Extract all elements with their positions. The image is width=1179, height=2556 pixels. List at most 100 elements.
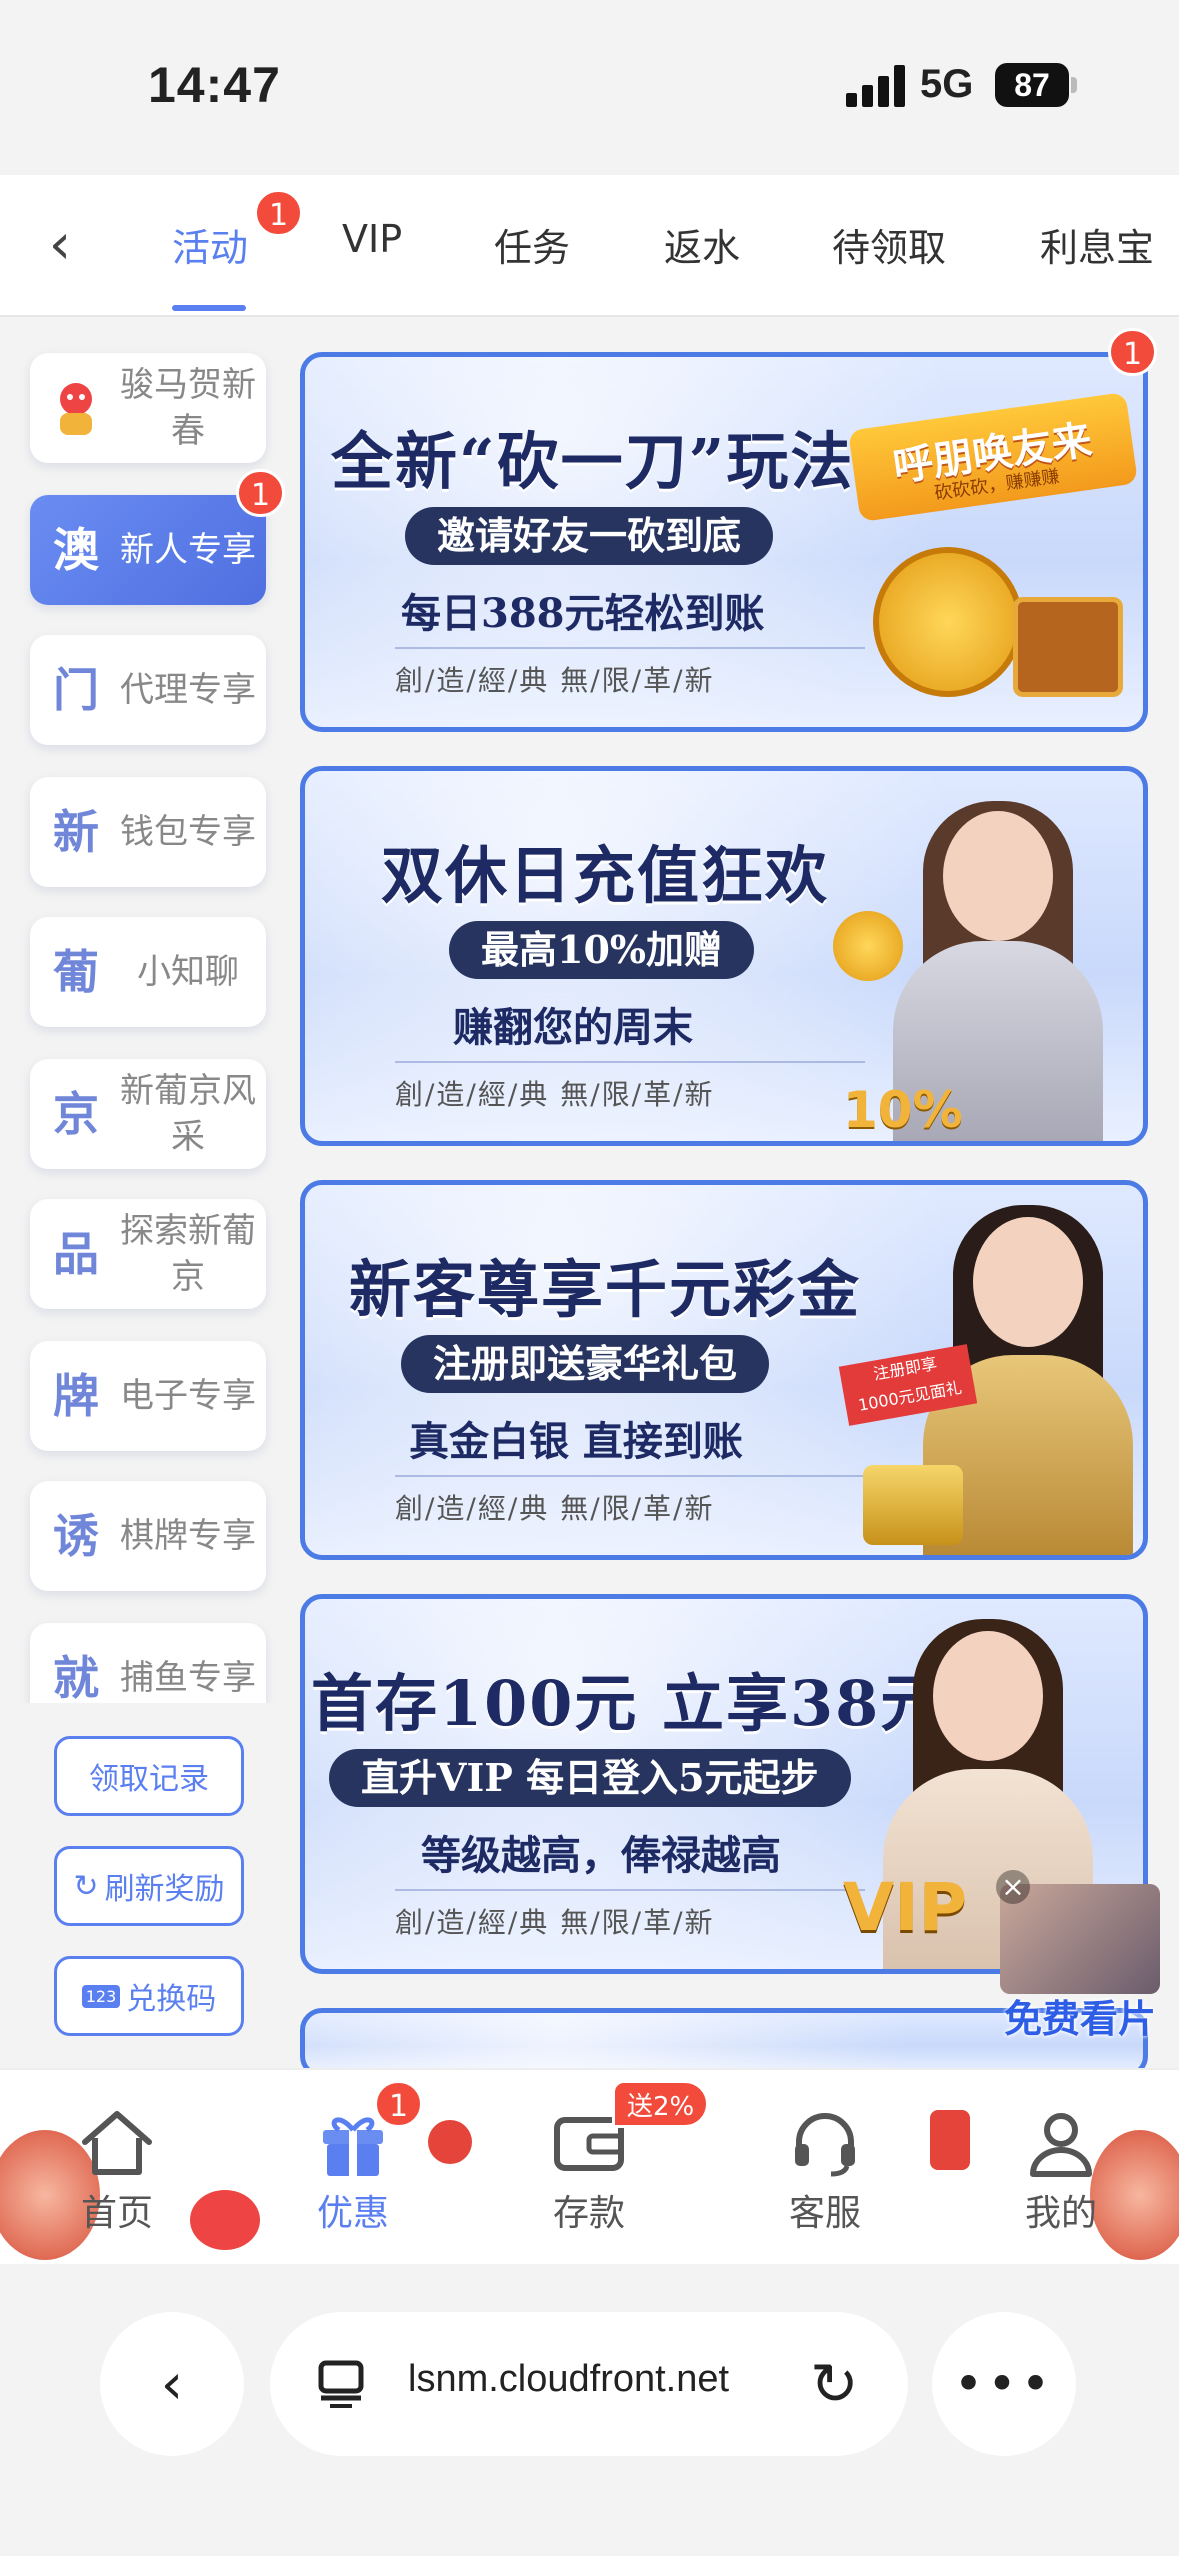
sidebar-item-explore[interactable]: 品 探索新葡京 bbox=[30, 1199, 266, 1309]
signal-icon bbox=[846, 65, 906, 107]
url-text: lsnm.cloudfront.net bbox=[408, 2358, 730, 2400]
promo-banner[interactable]: 新客尊享千元彩金 注册即送豪华礼包 真金白银 直接到账 創/造/經/典 無/限/… bbox=[300, 1180, 1148, 1560]
sidebar-item-chat[interactable]: 葡 小知聊 bbox=[30, 917, 266, 1027]
banner-art-text: VIP bbox=[843, 1869, 968, 1946]
sidebar-item-glyph: 就 bbox=[53, 1651, 99, 1703]
refresh-rewards-button[interactable]: ↻ 刷新奖励 bbox=[54, 1846, 244, 1926]
category-sidebar: 骏马贺新春 澳 新人专享 1 门 代理专享 新 钱包专享 葡 小知聊 京 新葡京… bbox=[0, 345, 290, 1703]
sidebar-item-label: 棋牌专享 bbox=[120, 1516, 256, 1556]
nav-deposit-badge: 送2% bbox=[612, 2080, 710, 2128]
drum-icon bbox=[190, 2190, 260, 2250]
nav-support[interactable]: 客服 bbox=[750, 2108, 900, 2236]
bottom-navigation: 首页 优惠 1 存款 送2% 客服 我的 bbox=[0, 2068, 1179, 2264]
ad-label: 免费看片 bbox=[1003, 1997, 1156, 2041]
sidebar-item-label: 钱包专享 bbox=[120, 812, 256, 852]
banner-divider bbox=[395, 1061, 865, 1063]
gold-coin-icon bbox=[833, 911, 903, 981]
sidebar-item-new-year[interactable]: 骏马贺新春 bbox=[30, 353, 266, 463]
tab-vip[interactable]: VIP bbox=[342, 217, 402, 261]
sidebar-item-label: 新葡京风采 bbox=[120, 1071, 256, 1157]
sidebar-item-label: 新人专享 bbox=[120, 530, 256, 570]
red-envelope-icon bbox=[930, 2110, 970, 2170]
banner-motto: 創/造/經/典 無/限/革/新 bbox=[395, 1906, 715, 1939]
sidebar-item-newcomer[interactable]: 澳 新人专享 bbox=[30, 495, 266, 605]
tab-activity-badge: 1 bbox=[254, 189, 304, 237]
banner-motto: 創/造/經/典 無/限/革/新 bbox=[395, 1078, 715, 1111]
banner-divider bbox=[395, 647, 865, 649]
nav-promotions-badge: 1 bbox=[374, 2080, 424, 2128]
promo-banner[interactable]: 双休日充值狂欢 最高10%加赠 赚翻您的周末 創/造/經/典 無/限/革/新 1… bbox=[300, 766, 1148, 1146]
tab-pending[interactable]: 待领取 bbox=[832, 217, 946, 272]
sidebar-item-style[interactable]: 京 新葡京风采 bbox=[30, 1059, 266, 1169]
treasure-chest-icon bbox=[1013, 597, 1123, 697]
lantern-icon bbox=[428, 2120, 472, 2164]
redeem-code-label: 兑换码 bbox=[126, 1982, 217, 2017]
banner-badge: 1 bbox=[1108, 328, 1158, 376]
model-art: 10% bbox=[833, 791, 1133, 1141]
tab-rebate[interactable]: 返水 bbox=[664, 217, 740, 272]
tabs-icon[interactable] bbox=[318, 2360, 364, 2408]
gold-stack-icon bbox=[863, 1465, 963, 1545]
browser-toolbar: ‹ lsnm.cloudfront.net ↻ ••• bbox=[0, 2264, 1179, 2556]
tab-tasks[interactable]: 任务 bbox=[494, 217, 570, 272]
banner-pill: 直升VIP 每日登入5元起步 bbox=[329, 1749, 851, 1807]
banner-divider bbox=[395, 1889, 865, 1891]
banner-pill: 注册即送豪华礼包 bbox=[401, 1335, 770, 1393]
claim-records-button[interactable]: 领取记录 bbox=[54, 1736, 244, 1816]
sidebar-item-glyph: 品 bbox=[53, 1227, 99, 1281]
sidebar-item-glyph: 新 bbox=[53, 805, 99, 859]
close-icon[interactable]: × bbox=[996, 1870, 1030, 1904]
nav-promotions-label: 优惠 bbox=[316, 2193, 389, 2234]
tab-activity[interactable]: 活动 bbox=[172, 217, 248, 272]
address-bar[interactable]: lsnm.cloudfront.net ↻ bbox=[270, 2312, 908, 2456]
sidebar-item-agent[interactable]: 门 代理专享 bbox=[30, 635, 266, 745]
sidebar-item-fishing[interactable]: 就 捕鱼专享 bbox=[30, 1623, 266, 1703]
sidebar-item-wallet[interactable]: 新 钱包专享 bbox=[30, 777, 266, 887]
banner-motto: 創/造/經/典 無/限/革/新 bbox=[395, 1492, 715, 1525]
sidebar-item-glyph: 澳 bbox=[53, 523, 99, 577]
banner-motto: 創/造/經/典 無/限/革/新 bbox=[395, 664, 715, 697]
back-chevron-icon[interactable]: ‹ bbox=[30, 215, 90, 275]
sidebar-item-label: 电子专享 bbox=[120, 1376, 256, 1416]
reload-icon[interactable]: ↻ bbox=[810, 2350, 859, 2418]
user-icon bbox=[1023, 2108, 1099, 2178]
browser-more-button[interactable]: ••• bbox=[932, 2312, 1076, 2456]
claim-records-label: 领取记录 bbox=[89, 1762, 209, 1797]
coin-treasure-art: 呼朋唤友来 砍砍砍，赚赚赚 bbox=[843, 377, 1139, 727]
status-bar: 14:47 5G 87 bbox=[0, 0, 1179, 175]
tab-active-indicator bbox=[172, 305, 246, 311]
face-shape bbox=[933, 1631, 1043, 1761]
tab-bar: ‹ 活动 1 VIP 任务 返水 待领取 利息宝 bbox=[0, 175, 1179, 317]
sidebar-item-cards[interactable]: 诱 棋牌专享 bbox=[30, 1481, 266, 1591]
banner-subtitle: 真金白银 直接到账 bbox=[409, 1418, 743, 1465]
banner-subtitle: 每日388元轻松到账 bbox=[401, 590, 765, 637]
banner-title: 新客尊享千元彩金 bbox=[349, 1253, 862, 1326]
floating-video-ad[interactable]: × 免费看片 bbox=[990, 1870, 1170, 2041]
tab-interest[interactable]: 利息宝 bbox=[1040, 217, 1154, 272]
gold-coin-icon bbox=[873, 547, 1023, 697]
sidebar-item-label: 代理专享 bbox=[120, 670, 256, 710]
sidebar-item-glyph: 京 bbox=[53, 1087, 99, 1141]
face-shape bbox=[973, 1217, 1083, 1347]
banner-subtitle: 等级越高，俸禄越高 bbox=[421, 1832, 781, 1879]
nav-deposit-label: 存款 bbox=[552, 2193, 625, 2234]
sidebar-newcomer-badge: 1 bbox=[236, 469, 286, 517]
sidebar-item-glyph: 牌 bbox=[53, 1369, 99, 1423]
banner-subtitle: 赚翻您的周末 bbox=[453, 1004, 693, 1051]
face-shape bbox=[943, 811, 1053, 941]
nav-home[interactable]: 首页 bbox=[42, 2108, 192, 2236]
browser-back-button[interactable]: ‹ bbox=[100, 2312, 244, 2456]
refresh-icon: ↻ bbox=[73, 1868, 99, 1904]
sidebar-item-label: 探索新葡京 bbox=[120, 1211, 256, 1297]
nav-home-label: 首页 bbox=[80, 2193, 153, 2234]
sidebar-item-label: 捕鱼专享 bbox=[120, 1658, 256, 1698]
nav-profile[interactable]: 我的 bbox=[986, 2108, 1136, 2236]
chevron-left-icon: ‹ bbox=[160, 2351, 184, 2417]
sidebar-item-electronic[interactable]: 牌 电子专享 bbox=[30, 1341, 266, 1451]
network-type: 5G bbox=[920, 62, 974, 106]
promo-banner[interactable]: 全新“砍一刀”玩法 邀请好友一砍到底 每日388元轻松到账 創/造/經/典 無/… bbox=[300, 352, 1148, 732]
nav-support-label: 客服 bbox=[788, 2193, 861, 2234]
home-icon bbox=[79, 2108, 155, 2178]
redeem-code-button[interactable]: 123 兑换码 bbox=[54, 1956, 244, 2036]
sidebar-item-label: 小知聊 bbox=[137, 952, 239, 992]
